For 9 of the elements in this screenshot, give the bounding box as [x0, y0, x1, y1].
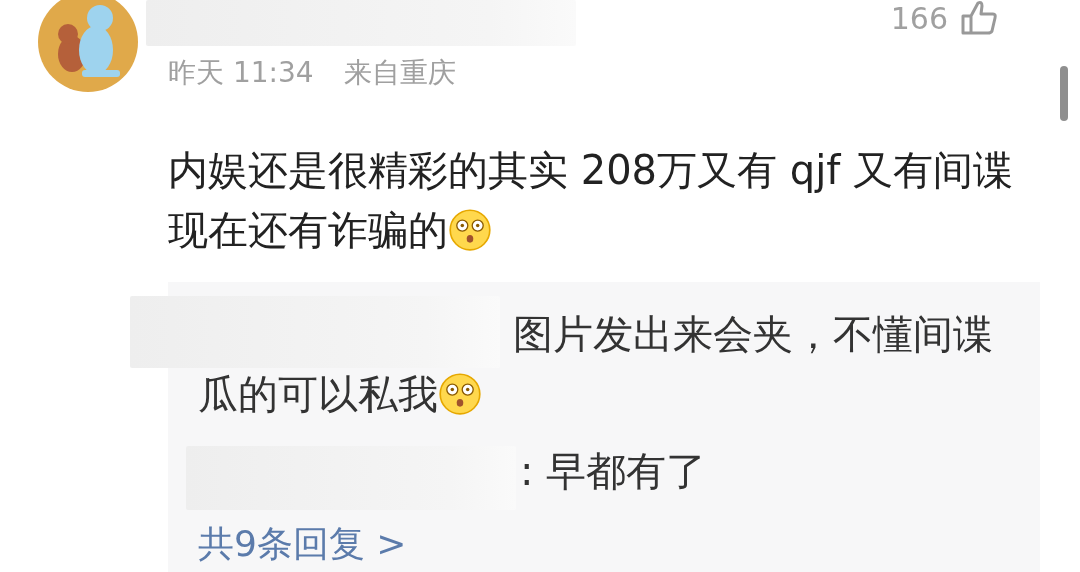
thumbs-up-icon[interactable] [960, 0, 998, 36]
comment-text: 内娱还是很精彩的其实 208万又有 qjf 又有间谍现在还有诈骗的 [168, 146, 1015, 255]
reply-text: : 早都有了 [520, 447, 707, 496]
avatar[interactable] [38, 0, 138, 92]
comment-time: 昨天 11:34 [168, 55, 314, 91]
scrollbar[interactable] [1060, 66, 1068, 121]
comment-location: 来自重庆 [343, 55, 456, 91]
like-count: 166 [890, 0, 948, 36]
more-replies-link[interactable]: 共9条回复 > [198, 523, 407, 564]
